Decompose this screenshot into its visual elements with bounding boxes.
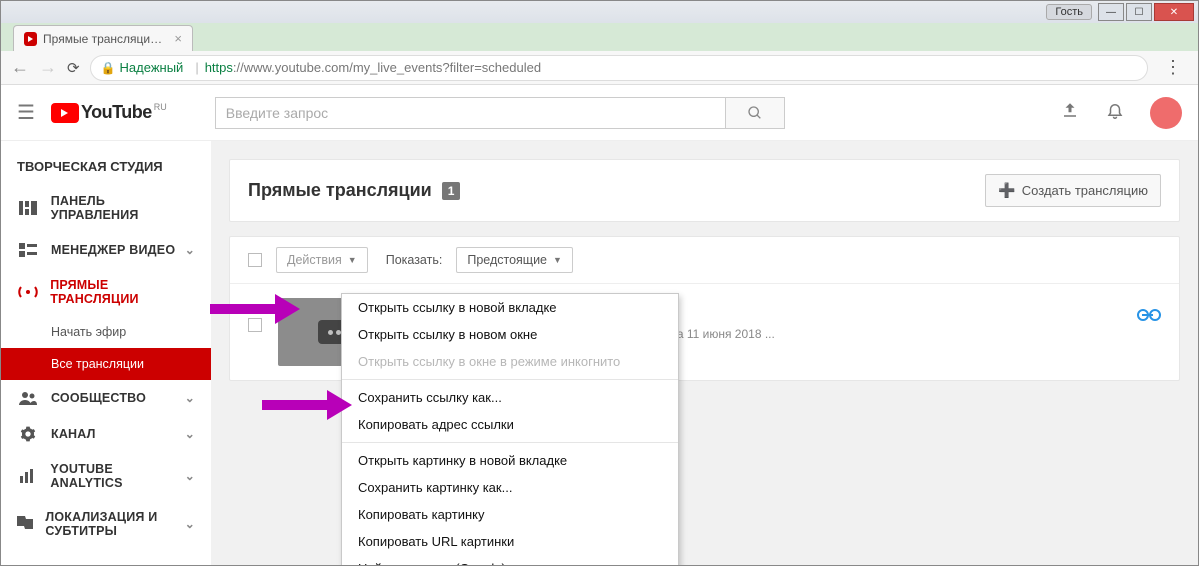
sidebar: ТВОРЧЕСКАЯ СТУДИЯ ПАНЕЛЬ УПРАВЛЕНИЯ МЕНЕ… — [1, 141, 211, 566]
sidebar-item-label: ПАНЕЛЬ УПРАВЛЕНИЯ — [51, 194, 195, 222]
dashboard-icon — [17, 200, 39, 216]
page-header-card: Прямые трансляции 1 ➕ Создать трансляцию — [229, 159, 1180, 222]
notifications-icon[interactable] — [1106, 100, 1124, 125]
nav-reload-icon[interactable]: ⟳ — [67, 59, 80, 77]
tabstrip: Прямые трансляции - Y × — [1, 23, 1198, 51]
ctx-save-link[interactable]: Сохранить ссылку как... — [342, 384, 678, 411]
ctx-open-incognito: Открыть ссылку в окне в режиме инкогнито — [342, 348, 678, 375]
context-menu: Открыть ссылку в новой вкладке Открыть с… — [341, 293, 679, 566]
show-label: Показать: — [386, 253, 443, 267]
ctx-search-image[interactable]: Найти картинку (Google) — [342, 555, 678, 566]
logo-region: RU — [154, 102, 167, 112]
sidebar-item-dashboard[interactable]: ПАНЕЛЬ УПРАВЛЕНИЯ — [1, 184, 211, 232]
community-icon — [17, 390, 39, 406]
create-label: Создать трансляцию — [1022, 183, 1148, 198]
create-broadcast-button[interactable]: ➕ Создать трансляцию — [985, 174, 1161, 207]
ctx-copy-link[interactable]: Копировать адрес ссылки — [342, 411, 678, 438]
search-input[interactable] — [215, 97, 725, 129]
upload-icon[interactable] — [1060, 101, 1080, 124]
os-titlebar: Гость — ☐ ✕ — [1, 1, 1198, 23]
secure-label: Надежный — [120, 60, 184, 75]
address-bar: ← → ⟳ 🔒 Надежный | https://www.youtube.c… — [1, 51, 1198, 85]
ctx-copy-image[interactable]: Копировать картинку — [342, 501, 678, 528]
sidebar-item-label: КАНАЛ — [51, 427, 96, 441]
nav-forward-icon[interactable]: → — [39, 57, 57, 78]
ctx-open-new-tab[interactable]: Открыть ссылку в новой вкладке — [342, 294, 678, 321]
play-icon — [51, 103, 79, 123]
hamburger-icon[interactable]: ☰ — [17, 100, 35, 125]
plus-icon: ➕ — [998, 182, 1015, 199]
search-box — [215, 97, 785, 129]
page-title: Прямые трансляции — [248, 180, 432, 201]
sidebar-item-localization[interactable]: ЛОКАЛИЗАЦИЯ И СУБТИТРЫ ⌄ — [1, 500, 211, 548]
gear-icon — [17, 426, 39, 442]
sidebar-item-label: СООБЩЕСТВО — [51, 391, 146, 405]
sidebar-item-label: YOUTUBE ANALYTICS — [50, 462, 184, 490]
ctx-separator — [342, 442, 678, 443]
list-toolbar: Действия ▼ Показать: Предстоящие ▼ — [230, 237, 1179, 284]
chevron-down-icon: ⌄ — [185, 469, 195, 483]
sidebar-item-live[interactable]: ПРЯМЫЕ ТРАНСЛЯЦИИ — [1, 268, 211, 316]
live-icon — [17, 284, 38, 300]
translate-icon — [17, 516, 33, 532]
youtube-logo[interactable]: YouTube RU — [51, 102, 167, 123]
ctx-copy-image-url[interactable]: Копировать URL картинки — [342, 528, 678, 555]
analytics-icon — [17, 468, 38, 484]
search-button[interactable] — [725, 97, 785, 129]
guest-pill[interactable]: Гость — [1046, 4, 1092, 20]
yt-header: ☰ YouTube RU — [1, 85, 1198, 141]
url-path: /my_live_events?filter=scheduled — [349, 60, 541, 75]
ctx-open-new-window[interactable]: Открыть ссылку в новом окне — [342, 321, 678, 348]
link-icon[interactable] — [1137, 306, 1161, 327]
browser-menu-icon[interactable]: ⋮ — [1158, 57, 1188, 78]
chevron-down-icon: ⌄ — [185, 517, 195, 531]
caret-down-icon: ▼ — [553, 255, 562, 265]
sidebar-heading: ТВОРЧЕСКАЯ СТУДИЯ — [1, 141, 211, 184]
count-badge: 1 — [442, 182, 461, 200]
browser-tab[interactable]: Прямые трансляции - Y × — [13, 25, 193, 51]
caret-down-icon: ▼ — [348, 255, 357, 265]
os-maximize-button[interactable]: ☐ — [1126, 3, 1152, 21]
actions-label: Действия — [287, 253, 342, 267]
select-all-checkbox[interactable] — [248, 253, 262, 267]
filter-dropdown[interactable]: Предстоящие ▼ — [456, 247, 573, 273]
ctx-save-image[interactable]: Сохранить картинку как... — [342, 474, 678, 501]
lock-icon: 🔒 — [101, 61, 116, 75]
search-icon — [747, 105, 763, 121]
sidebar-item-label: МЕНЕДЖЕР ВИДЕО — [51, 243, 175, 257]
tab-close-icon[interactable]: × — [174, 31, 182, 46]
avatar[interactable] — [1150, 97, 1182, 129]
video-manager-icon — [17, 242, 39, 258]
sidebar-item-channel[interactable]: КАНАЛ ⌄ — [1, 416, 211, 452]
url-host: ://www.youtube.com — [233, 60, 349, 75]
ctx-open-image[interactable]: Открыть картинку в новой вкладке — [342, 447, 678, 474]
sidebar-item-label: ЛОКАЛИЗАЦИЯ И СУБТИТРЫ — [45, 510, 184, 538]
tab-title: Прямые трансляции - Y — [43, 32, 166, 46]
sidebar-sub-all[interactable]: Все трансляции — [1, 348, 211, 380]
sidebar-sub-start[interactable]: Начать эфир — [1, 316, 211, 348]
filter-value: Предстоящие — [467, 253, 547, 267]
url-field[interactable]: 🔒 Надежный | https://www.youtube.com/my_… — [90, 55, 1148, 81]
sidebar-item-community[interactable]: СООБЩЕСТВО ⌄ — [1, 380, 211, 416]
os-minimize-button[interactable]: — — [1098, 3, 1124, 21]
sidebar-item-video-manager[interactable]: МЕНЕДЖЕР ВИДЕО ⌄ — [1, 232, 211, 268]
ctx-separator — [342, 379, 678, 380]
nav-back-icon[interactable]: ← — [11, 57, 29, 78]
row-checkbox[interactable] — [248, 318, 262, 332]
favicon-icon — [24, 32, 37, 46]
chevron-down-icon: ⌄ — [185, 243, 195, 257]
logo-text: YouTube — [81, 102, 152, 123]
chevron-down-icon: ⌄ — [185, 427, 195, 441]
actions-dropdown[interactable]: Действия ▼ — [276, 247, 368, 273]
url-https: https — [205, 60, 233, 75]
sidebar-item-analytics[interactable]: YOUTUBE ANALYTICS ⌄ — [1, 452, 211, 500]
sidebar-item-label: ПРЯМЫЕ ТРАНСЛЯЦИИ — [50, 278, 195, 306]
chevron-down-icon: ⌄ — [185, 391, 195, 405]
os-close-button[interactable]: ✕ — [1154, 3, 1194, 21]
